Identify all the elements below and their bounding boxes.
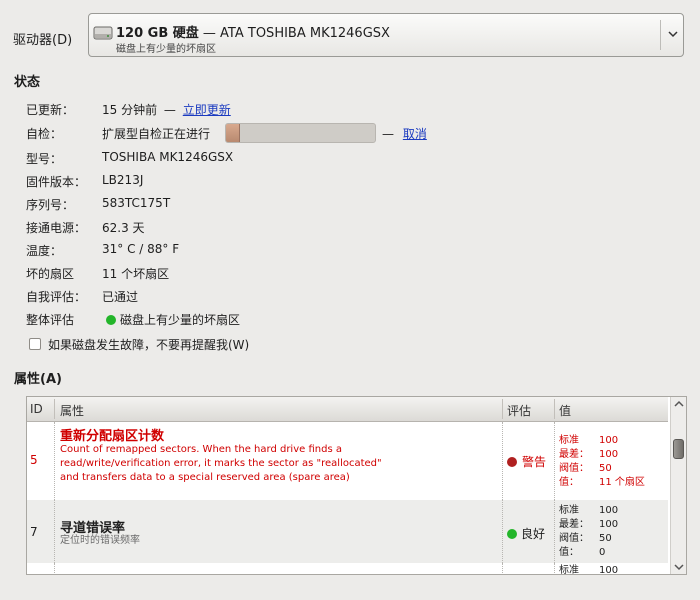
table-row[interactable]: 7 寻道错误率 定位时的错误频率 良好 标准 100 最差： 100 阀值： 50 值… (27, 500, 668, 563)
model-value: TOSHIBA MK1246GSX (102, 150, 234, 164)
cell-divider (502, 563, 503, 574)
status-heading: 状态 (14, 75, 41, 90)
raw-value: 0 (599, 547, 606, 558)
assessment-cell: 警告 (507, 453, 546, 470)
table-row[interactable]: 5 重新分配扇区计数 Count of remapped sectors. Wh… (27, 422, 668, 500)
combo-divider (660, 20, 661, 50)
update-now-link[interactable]: 立即更新 (183, 103, 231, 117)
table-scrollbar[interactable] (670, 397, 686, 574)
column-header-assessment[interactable]: 评估 (507, 402, 531, 419)
attribute-description: Count of remapped sectors. When the hard… (60, 444, 382, 483)
raw-value-label: 值： (559, 547, 579, 558)
normalized-label: 标准 (559, 505, 579, 516)
column-divider (554, 399, 555, 419)
overall-assessment-row: 磁盘上有少量的坏扇区 (106, 311, 240, 328)
worst-value: 100 (599, 519, 619, 530)
worst-value: 100 (599, 449, 619, 460)
chevron-down-icon[interactable] (666, 27, 680, 41)
raw-value-label: 值： (559, 477, 579, 488)
updated-value-row: 15 分钟前 — 立即更新 (102, 101, 231, 118)
threshold-value: 50 (599, 463, 612, 474)
threshold-label: 阀值： (559, 463, 589, 474)
status-ok-icon (507, 529, 517, 539)
cancel-selftest-link[interactable]: 取消 (403, 127, 427, 141)
self-assessment-value: 已通过 (102, 290, 139, 304)
table-row[interactable]: 标准 100 (27, 563, 668, 575)
status-ok-icon (106, 315, 116, 325)
temperature-value: 31° C / 88° F (102, 242, 180, 256)
normalized-label: 标准 (559, 565, 579, 575)
column-header-attribute[interactable]: 属性 (60, 402, 84, 419)
column-divider (502, 399, 503, 419)
bad-sectors-value: 11 个坏扇区 (102, 267, 170, 281)
serial-value: 583TC175T (102, 196, 171, 210)
cell-divider (502, 422, 503, 500)
overall-assessment-value: 磁盘上有少量的坏扇区 (120, 313, 241, 327)
worst-label: 最差： (559, 519, 589, 530)
updated-value: 15 分钟前 (102, 103, 158, 117)
assessment-text: 警告 (522, 455, 547, 469)
assessment-cell: 良好 (507, 525, 545, 542)
normalized-label: 标准 (559, 435, 579, 446)
table-header: ID 属性 评估 值 (27, 397, 668, 422)
cell-divider (502, 500, 503, 563)
dont-remind-checkbox[interactable] (29, 338, 41, 350)
drive-title: 120 GB 硬盘 — ATA TOSHIBA MK1246GSX (116, 22, 390, 41)
column-divider (54, 399, 55, 419)
normalized-value: 100 (599, 505, 619, 516)
power-on-value: 62.3 天 (102, 221, 145, 235)
worst-label: 最差： (559, 449, 589, 460)
dont-remind-label[interactable]: 如果磁盘发生故障，不要再提醒我(W) (48, 336, 249, 353)
selftest-value: 扩展型自检正在进行 (102, 127, 211, 141)
value-cell: 标准 100 最差： 100 阀值： 50 值： 0 (559, 504, 618, 560)
drive-model: ATA TOSHIBA MK1246GSX (220, 26, 390, 41)
drive-subtitle: 磁盘上有少量的坏扇区 (116, 44, 216, 55)
drive-selector[interactable]: 120 GB 硬盘 — ATA TOSHIBA MK1246GSX 磁盘上有少量… (88, 13, 684, 57)
assessment-text: 良好 (521, 527, 546, 541)
updated-dash: — (163, 103, 176, 117)
hard-disk-icon (93, 26, 113, 40)
scroll-up-icon[interactable] (673, 398, 685, 410)
selftest-progress-fill (226, 124, 241, 142)
attributes-table[interactable]: ID 属性 评估 值 5 重新分配扇区计数 Count of remapped … (26, 396, 687, 575)
firmware-value: LB213J (102, 173, 144, 187)
attribute-name: 重新分配扇区计数 (60, 429, 165, 444)
drive-size: 120 GB 硬盘 (116, 26, 199, 41)
normalized-value: 100 (599, 435, 619, 446)
raw-value: 11 个扇区 (599, 477, 645, 488)
scrollbar-thumb[interactable] (673, 439, 684, 459)
threshold-value: 50 (599, 533, 612, 544)
cell-divider (554, 500, 555, 563)
normalized-value: 100 (599, 565, 619, 575)
value-cell: 标准 100 (559, 564, 619, 575)
column-header-id[interactable]: ID (30, 402, 43, 416)
selftest-dash: — (382, 127, 394, 141)
column-header-value[interactable]: 值 (559, 402, 571, 419)
cell-divider (54, 422, 55, 500)
attribute-id: 7 (30, 525, 38, 539)
threshold-label: 阀值： (559, 533, 589, 544)
drive-label: 驱动器(D) (13, 33, 73, 48)
value-cell: 标准 100 最差： 100 阀值： 50 值： 11 个扇区 (559, 434, 645, 490)
selftest-progress-bar (225, 123, 376, 143)
attribute-description: 定位时的错误频率 (60, 535, 140, 546)
selftest-cancel-row: — 取消 (382, 125, 427, 142)
cell-divider (54, 563, 55, 574)
cell-divider (554, 563, 555, 574)
drive-title-dash: — (198, 26, 221, 41)
attributes-heading: 属性(A) (14, 372, 62, 387)
cell-divider (554, 422, 555, 500)
scroll-down-icon[interactable] (673, 561, 685, 573)
status-warning-icon (507, 457, 517, 467)
attribute-id: 5 (30, 453, 38, 467)
cell-divider (54, 500, 55, 563)
